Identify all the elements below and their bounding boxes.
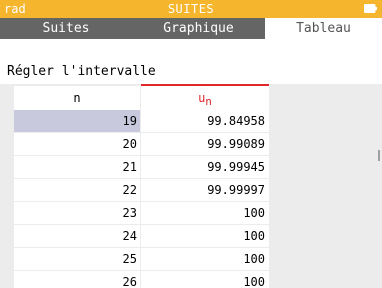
cell-u[interactable]: 99.99945: [141, 156, 269, 178]
cell-n[interactable]: 22: [14, 179, 140, 201]
table-row: 24 100: [14, 225, 269, 247]
column-header-n[interactable]: n: [14, 86, 140, 110]
column-header-u-subscript: n: [205, 95, 212, 108]
table-row: 19 99.84958: [14, 110, 269, 132]
cell-u[interactable]: 100: [141, 202, 269, 224]
cell-u[interactable]: 100: [141, 271, 269, 288]
cell-n[interactable]: 19: [14, 110, 140, 132]
cell-n[interactable]: 23: [14, 202, 140, 224]
tab-bar-divider: [0, 39, 382, 57]
cell-n[interactable]: 20: [14, 133, 140, 155]
column-header-u[interactable]: un: [141, 84, 269, 110]
table-row: 20 99.99089: [14, 133, 269, 155]
cell-n[interactable]: 26: [14, 271, 140, 288]
interval-row: Régler l'intervalle: [0, 58, 382, 84]
tab-suites[interactable]: Suites: [0, 18, 132, 39]
cell-n[interactable]: 21: [14, 156, 140, 178]
table-row: 26 100: [14, 271, 269, 288]
table-row: 25 100: [14, 248, 269, 270]
table-row: 23 100: [14, 202, 269, 224]
tab-tableau[interactable]: Tableau: [265, 18, 382, 39]
cell-u[interactable]: 99.84958: [141, 110, 269, 132]
cell-u[interactable]: 99.99997: [141, 179, 269, 201]
values-table-area: n un 19 99.84958 20 99.99089 21 99.99945…: [0, 84, 382, 288]
cell-n[interactable]: 24: [14, 225, 140, 247]
calculator-screen: rad SUITES Suites Graphique Tableau Régl…: [0, 0, 382, 288]
table-row: 22 99.99997: [14, 179, 269, 201]
cell-u[interactable]: 100: [141, 225, 269, 247]
cell-n[interactable]: 25: [14, 248, 140, 270]
tab-graphique[interactable]: Graphique: [132, 18, 265, 39]
scrollbar-thumb[interactable]: [378, 150, 380, 161]
column-header-n-label: n: [73, 91, 81, 105]
app-title: SUITES: [167, 2, 215, 16]
cell-u[interactable]: 99.99089: [141, 133, 269, 155]
cell-u[interactable]: 100: [141, 248, 269, 270]
status-bar: rad SUITES: [0, 0, 382, 18]
battery-icon: [364, 4, 377, 13]
table-row: 21 99.99945: [14, 156, 269, 178]
set-interval-button[interactable]: Régler l'intervalle: [7, 63, 156, 81]
tab-bar: Suites Graphique Tableau: [0, 18, 382, 57]
